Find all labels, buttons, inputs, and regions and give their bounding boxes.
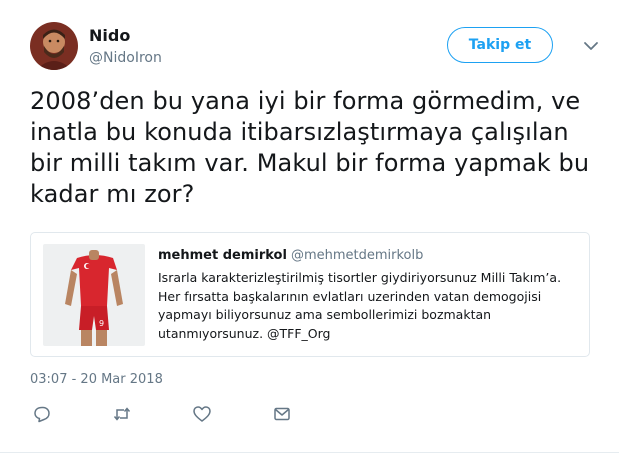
quoted-tweet-image[interactable]: 9 (43, 244, 145, 346)
follow-button[interactable]: Takip et (447, 27, 553, 63)
like-icon[interactable] (192, 404, 212, 424)
tweet-timestamp[interactable]: 03:07 - 20 Mar 2018 (30, 372, 163, 387)
quoted-tweet-author: mehmet demirkol @mehmetdemirkolb (158, 247, 579, 265)
avatar[interactable] (30, 22, 78, 70)
direct-message-icon[interactable] (272, 404, 292, 424)
quoted-tweet[interactable]: 9 mehmet demirkol @mehmetdemirkolb Israrl… (30, 232, 590, 357)
user-handle[interactable]: @NidoIron (89, 48, 162, 68)
quoted-tweet-text: Israrla karakterizleştirilmiş tisortler … (158, 270, 562, 341)
chevron-down-icon[interactable] (581, 36, 601, 56)
quoted-tweet-body: mehmet demirkol @mehmetdemirkolb Israrla … (158, 247, 579, 343)
user-names: Nido @NidoIron (89, 26, 162, 68)
reply-icon[interactable] (32, 404, 52, 424)
quoted-author-handle: @mehmetdemirkolb (290, 248, 424, 263)
tweet-header: Nido @NidoIron Takip et (30, 22, 601, 72)
retweet-icon[interactable] (112, 404, 132, 424)
tweet-text: 2008’den bu yana iyi bir forma görmedim,… (30, 87, 590, 208)
divider (0, 452, 619, 453)
jersey-number: 9 (99, 319, 104, 328)
quoted-author-name: mehmet demirkol (158, 248, 287, 263)
display-name[interactable]: Nido (89, 26, 162, 46)
